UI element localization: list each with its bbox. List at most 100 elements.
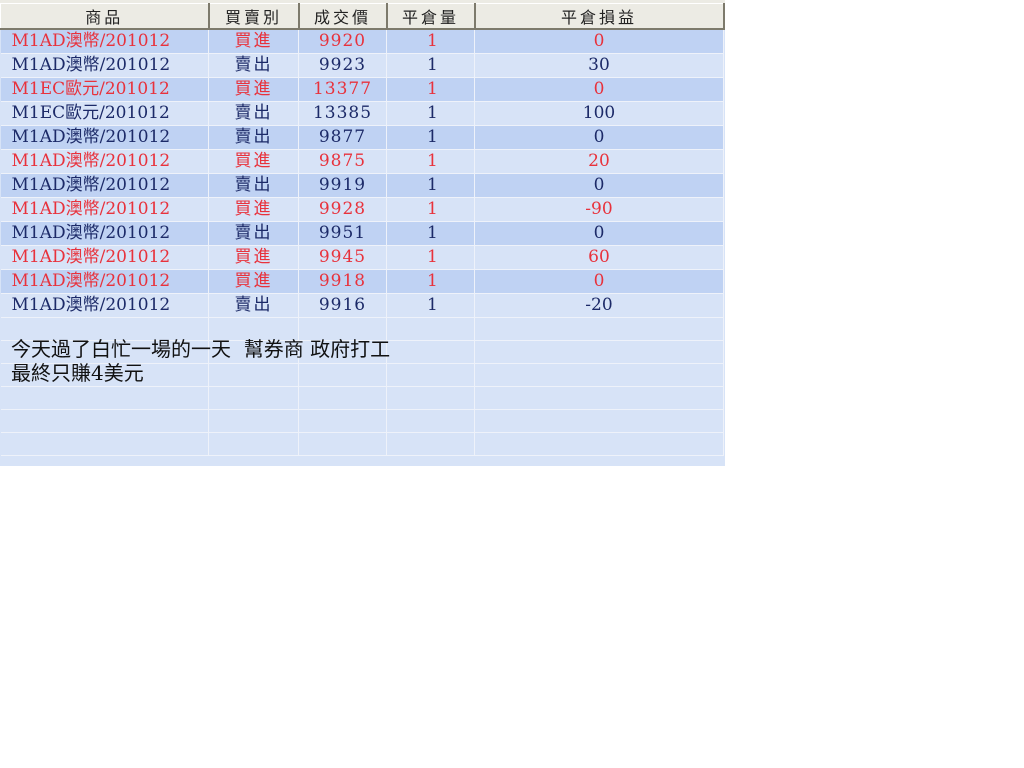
column-header-side[interactable]: 買賣別 <box>208 3 300 30</box>
column-header-pnl[interactable]: 平倉損益 <box>474 3 725 30</box>
cell-price[interactable]: 9875 <box>298 149 387 174</box>
cell-pnl[interactable]: 30 <box>474 53 724 78</box>
cell-side[interactable]: 賣出 <box>208 221 299 246</box>
cell-quantity[interactable]: 1 <box>386 269 475 294</box>
cell-pnl[interactable]: 0 <box>474 173 724 198</box>
table-row[interactable]: M1AD澳幣/201012 買進 9875 1 20 <box>0 149 724 174</box>
cell-side[interactable]: 買進 <box>208 149 299 174</box>
cell-pnl[interactable]: 0 <box>474 77 724 102</box>
cell-price[interactable]: 9928 <box>298 197 387 222</box>
empty-cell <box>474 363 724 387</box>
cell-product[interactable]: M1AD澳幣/201012 <box>0 125 209 150</box>
table-row[interactable]: M1EC歐元/201012 賣出 13385 1 100 <box>0 101 724 126</box>
cell-price[interactable]: 13385 <box>298 101 387 126</box>
user-comment: 今天過了白忙一場的一天 幫券商 政府打工 最終只賺4美元 <box>11 337 390 385</box>
cell-pnl[interactable]: 60 <box>474 245 724 270</box>
cell-product[interactable]: M1AD澳幣/201012 <box>0 269 209 294</box>
empty-cell <box>0 409 209 433</box>
cell-side[interactable]: 賣出 <box>208 125 299 150</box>
column-header-quantity[interactable]: 平倉量 <box>386 3 476 30</box>
table-header-row: 商品 買賣別 成交價 平倉量 平倉損益 <box>0 3 725 30</box>
empty-cell <box>0 432 209 456</box>
cell-side[interactable]: 賣出 <box>208 173 299 198</box>
table-row[interactable]: M1AD澳幣/201012 賣出 9951 1 0 <box>0 221 724 246</box>
empty-row <box>0 409 724 433</box>
empty-row <box>0 432 724 456</box>
cell-product[interactable]: M1AD澳幣/201012 <box>0 29 209 54</box>
cell-pnl[interactable]: 0 <box>474 29 724 54</box>
cell-product[interactable]: M1AD澳幣/201012 <box>0 149 209 174</box>
cell-price[interactable]: 9916 <box>298 293 387 318</box>
cell-product[interactable]: M1EC歐元/201012 <box>0 101 209 126</box>
cell-quantity[interactable]: 1 <box>386 197 475 222</box>
column-header-product[interactable]: 商品 <box>0 3 210 30</box>
cell-side[interactable]: 買進 <box>208 197 299 222</box>
cell-quantity[interactable]: 1 <box>386 125 475 150</box>
cell-side[interactable]: 賣出 <box>208 101 299 126</box>
empty-cell <box>386 386 475 410</box>
cell-product[interactable]: M1AD澳幣/201012 <box>0 245 209 270</box>
cell-pnl[interactable]: 20 <box>474 149 724 174</box>
cell-side[interactable]: 買進 <box>208 29 299 54</box>
cell-quantity[interactable]: 1 <box>386 293 475 318</box>
table-row[interactable]: M1AD澳幣/201012 賣出 9877 1 0 <box>0 125 724 150</box>
cell-quantity[interactable]: 1 <box>386 77 475 102</box>
empty-cell <box>298 386 387 410</box>
cell-quantity[interactable]: 1 <box>386 221 475 246</box>
empty-cell <box>386 409 475 433</box>
cell-side[interactable]: 買進 <box>208 77 299 102</box>
cell-price[interactable]: 9951 <box>298 221 387 246</box>
empty-cell <box>298 432 387 456</box>
cell-quantity[interactable]: 1 <box>386 53 475 78</box>
cell-pnl[interactable]: 0 <box>474 125 724 150</box>
empty-cell <box>474 432 724 456</box>
cell-side[interactable]: 買進 <box>208 269 299 294</box>
empty-cell <box>208 432 299 456</box>
column-header-price[interactable]: 成交價 <box>298 3 388 30</box>
cell-quantity[interactable]: 1 <box>386 29 475 54</box>
cell-price[interactable]: 9920 <box>298 29 387 54</box>
table-row[interactable]: M1AD澳幣/201012 賣出 9923 1 30 <box>0 53 724 78</box>
comment-line-2: 最終只賺4美元 <box>11 361 144 385</box>
cell-product[interactable]: M1AD澳幣/201012 <box>0 197 209 222</box>
cell-side[interactable]: 買進 <box>208 245 299 270</box>
cell-product[interactable]: M1EC歐元/201012 <box>0 77 209 102</box>
cell-product[interactable]: M1AD澳幣/201012 <box>0 221 209 246</box>
table-row[interactable]: M1AD澳幣/201012 買進 9945 1 60 <box>0 245 724 270</box>
cell-product[interactable]: M1AD澳幣/201012 <box>0 53 209 78</box>
cell-quantity[interactable]: 1 <box>386 149 475 174</box>
empty-cell <box>386 340 475 364</box>
cell-quantity[interactable]: 1 <box>386 173 475 198</box>
empty-cell <box>386 363 475 387</box>
cell-pnl[interactable]: 0 <box>474 269 724 294</box>
cell-pnl[interactable]: -90 <box>474 197 724 222</box>
cell-pnl[interactable]: -20 <box>474 293 724 318</box>
empty-cell <box>474 317 724 341</box>
table-body: M1AD澳幣/201012 買進 9920 1 0 M1AD澳幣/201012 賣出 9923… <box>0 29 724 456</box>
table-row[interactable]: M1AD澳幣/201012 賣出 9916 1 -20 <box>0 293 724 318</box>
cell-side[interactable]: 賣出 <box>208 53 299 78</box>
cell-quantity[interactable]: 1 <box>386 245 475 270</box>
cell-price[interactable]: 9945 <box>298 245 387 270</box>
cell-side[interactable]: 賣出 <box>208 293 299 318</box>
empty-cell <box>474 409 724 433</box>
cell-price[interactable]: 9877 <box>298 125 387 150</box>
table-row[interactable]: M1AD澳幣/201012 買進 9928 1 -90 <box>0 197 724 222</box>
table-row[interactable]: M1AD澳幣/201012 賣出 9919 1 0 <box>0 173 724 198</box>
cell-price[interactable]: 9919 <box>298 173 387 198</box>
cell-price[interactable]: 9923 <box>298 53 387 78</box>
cell-product[interactable]: M1AD澳幣/201012 <box>0 173 209 198</box>
cell-pnl[interactable]: 100 <box>474 101 724 126</box>
table-row[interactable]: M1EC歐元/201012 買進 13377 1 0 <box>0 77 724 102</box>
empty-cell <box>474 340 724 364</box>
table-row[interactable]: M1AD澳幣/201012 買進 9918 1 0 <box>0 269 724 294</box>
cell-price[interactable]: 9918 <box>298 269 387 294</box>
comment-line-1: 今天過了白忙一場的一天 幫券商 政府打工 <box>11 337 391 361</box>
cell-pnl[interactable]: 0 <box>474 221 724 246</box>
cell-quantity[interactable]: 1 <box>386 101 475 126</box>
empty-cell <box>298 409 387 433</box>
table-row[interactable]: M1AD澳幣/201012 買進 9920 1 0 <box>0 29 724 54</box>
cell-product[interactable]: M1AD澳幣/201012 <box>0 293 209 318</box>
cell-price[interactable]: 13377 <box>298 77 387 102</box>
empty-row <box>0 386 724 410</box>
